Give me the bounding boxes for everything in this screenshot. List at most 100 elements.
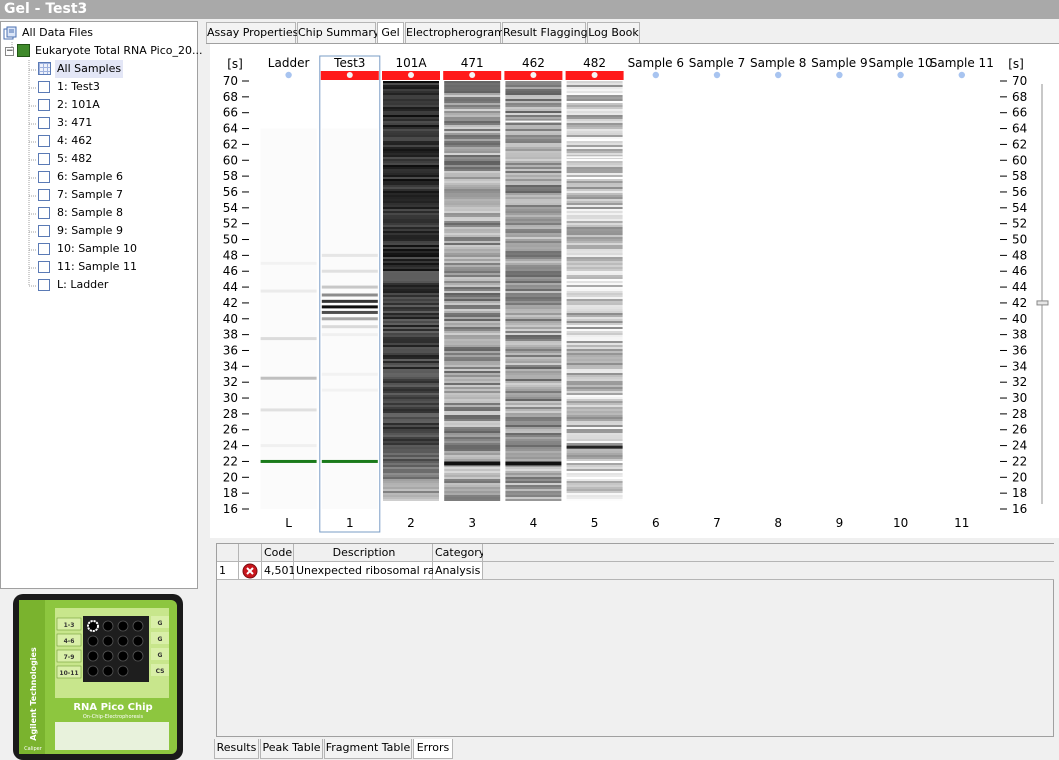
gel-band-stripe [566,419,623,421]
gel-band-stripe [444,497,501,499]
lane-name: Ladder [268,56,310,70]
tab-peak-table[interactable]: Peak Table [260,739,323,759]
gel-band-stripe [383,343,439,345]
gel-band-stripe [566,147,623,149]
tree-item-sample[interactable]: 9: Sample 9 [38,222,125,240]
gel-band-stripe [505,483,562,485]
tab-log-book[interactable]: Log Book [587,22,640,43]
column-header-code[interactable]: Code [262,544,294,562]
gel-band-stripe [566,403,623,405]
tab-chip-summary[interactable]: Chip Summary [297,22,379,43]
gel-band-stripe [444,115,501,117]
tree-item-label: 4: 462 [57,134,93,147]
gel-band-stripe [444,131,501,133]
gel-band-stripe [566,251,623,253]
gel-band-stripe [566,347,623,349]
gel-band-stripe [505,225,562,227]
gel-band-stripe [444,351,501,353]
tab-result-flagging[interactable]: Result Flagging [502,22,588,43]
gel-band-stripe [566,295,623,297]
gel-band-stripe [566,413,623,415]
tree-item-sample[interactable]: 2: 101A [38,96,102,114]
gel-band-stripe [444,237,501,239]
gel-band-stripe [444,367,501,369]
tab-electropherogram[interactable]: Electropherogram [405,22,505,43]
gel-band-stripe [444,301,501,303]
gel-band-stripe [505,257,562,259]
tree-item-sample[interactable]: 4: 462 [38,132,94,150]
gel-band-stripe [566,495,623,497]
tree-item-sample[interactable]: 7: Sample 7 [38,186,125,204]
gel-band-stripe [505,379,562,381]
y-tick-label-left: 52 [223,217,238,231]
y-tick-label-left: 32 [223,375,238,389]
gel-band-stripe [383,267,439,269]
gel-band-stripe [505,241,562,243]
tree-item-ladder[interactable]: L: Ladder [38,276,110,294]
gel-band-stripe [566,421,623,423]
tree-item-sample[interactable]: 1: Test3 [38,78,102,96]
table-row[interactable] [239,562,262,580]
collapse-icon[interactable]: − [5,47,14,56]
tab-errors[interactable]: Errors [413,739,453,759]
gel-band-stripe [505,479,562,481]
tree-item-all-samples[interactable]: All Samples [38,60,124,78]
column-header-description[interactable]: Description [294,544,433,562]
tree-item-sample[interactable]: 8: Sample 8 [38,204,125,222]
lane-status-dot [713,71,721,79]
gel-band-stripe [505,311,562,313]
gel-band-stripe [566,199,623,201]
gel-band-stripe [505,409,562,411]
tab-results[interactable]: Results [214,739,259,759]
gel-band-stripe [444,203,501,205]
gel-band-stripe [505,97,562,99]
gel-band-stripe [566,331,623,333]
gel-band-stripe [566,305,623,307]
lane-status-dot [652,71,659,79]
tab-gel[interactable]: Gel [377,22,404,43]
tree-file-label: Eukaryote Total RNA Pico_20... [35,44,203,57]
gel-band-stripe [383,227,439,229]
zoom-slider-handle[interactable] [1036,300,1049,306]
gel-band-stripe [566,289,623,291]
gel-band-stripe [383,223,439,225]
tree-root[interactable]: All Data Files [3,24,95,42]
tree-item-sample[interactable]: 11: Sample 11 [38,258,139,276]
data-files-tree[interactable]: All Data Files − Eukaryote Total RNA Pico… [0,21,202,589]
column-header-category[interactable]: Category [433,544,485,562]
tree-item-sample[interactable]: 5: 482 [38,150,94,168]
tree-item-sample[interactable]: 10: Sample 10 [38,240,139,258]
gel-band-stripe [383,409,439,411]
gel-band-stripe [383,195,439,197]
gel-band-stripe [505,363,562,365]
tab-assay-properties[interactable]: Assay Properties [206,22,298,43]
gel-band-stripe [505,297,562,299]
tree-file[interactable]: − Eukaryote Total RNA Pico_20... [5,42,204,60]
gel-band-stripe [505,229,562,231]
gel-band-stripe [566,391,623,393]
tree-item-sample[interactable]: 3: 471 [38,114,94,132]
gel-band-stripe [444,269,501,271]
gel-band-stripe [566,443,623,445]
y-tick-label-right: 30 [1012,391,1027,405]
tree-root-label: All Data Files [22,26,94,39]
tab-fragment-table[interactable]: Fragment Table [324,739,412,759]
gel-view[interactable]: [s] [s]70 7068 6866 6664 6462 6260 6058 5856 5654… [210,44,1059,538]
gel-band-stripe [505,209,562,211]
tree-item-sample[interactable]: 6: Sample 6 [38,168,125,186]
gel-band-stripe [566,489,623,491]
gel-band-stripe [505,407,562,409]
gel-band-stripe [383,493,439,495]
gel-band-stripe [444,133,501,135]
gel-band-stripe [566,219,623,221]
gel-band-stripe [566,247,623,249]
gel-band-stripe [505,365,562,367]
gel-band-stripe [566,243,623,245]
y-tick-label-left: 70 [223,74,238,88]
gel-band-stripe [566,353,623,355]
gel-band-stripe [383,117,439,119]
gel-band-stripe [383,85,439,87]
y-tick-label-left: 66 [223,106,238,120]
gel-band-stripe [566,395,623,397]
errors-table[interactable]: Code Description Category 1 4,501 Unexpe… [216,543,1054,737]
